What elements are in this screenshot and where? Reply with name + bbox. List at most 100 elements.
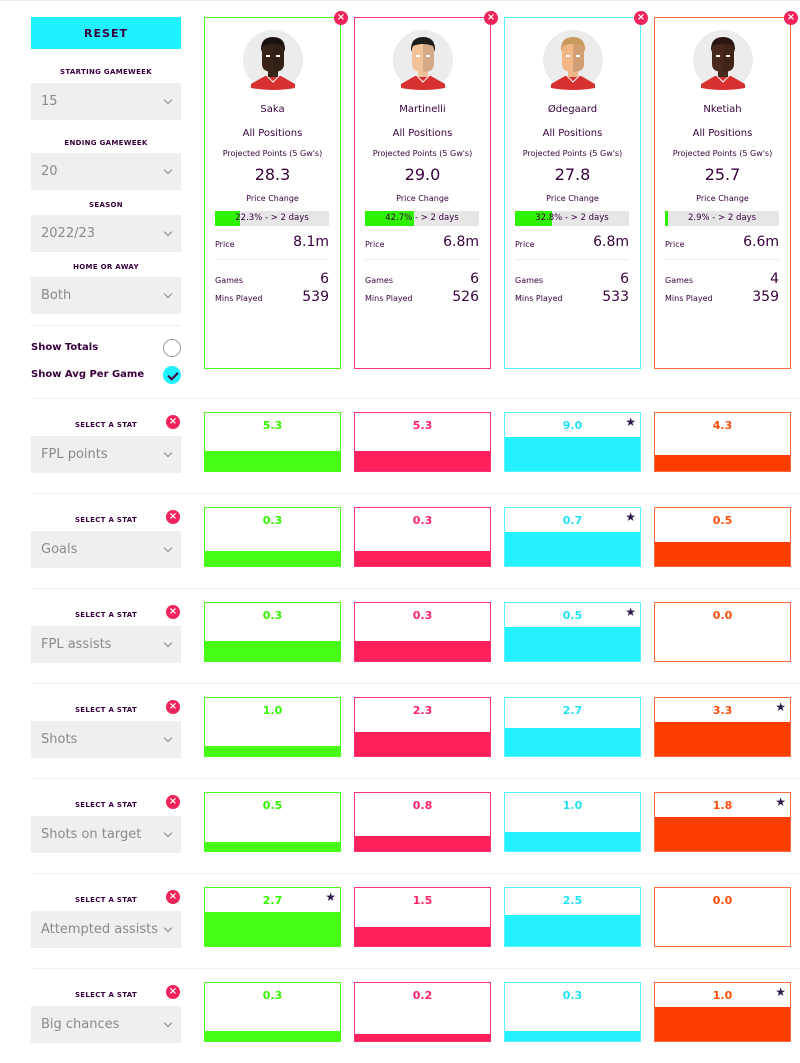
- row-divider: [31, 778, 800, 779]
- stat-value: 0.3: [412, 514, 433, 527]
- price-change-bar: 42.7% - > 2 days: [365, 211, 479, 226]
- price-value: 6.6m: [743, 234, 779, 250]
- close-icon: ×: [168, 891, 178, 902]
- stat-bar-fill: [355, 927, 490, 946]
- stat-value: 0.3: [262, 609, 283, 622]
- stat-value-box: 0.5 ★: [504, 602, 641, 662]
- stat-bar-fill: [505, 728, 640, 756]
- chevron-down-icon: [163, 638, 173, 648]
- show-totals-label: Show Totals: [31, 342, 99, 353]
- reset-button[interactable]: RESET: [31, 17, 181, 49]
- player-avatar: [243, 30, 303, 90]
- stat-value-box: 1.0: [504, 792, 641, 852]
- remove-stat-button[interactable]: ×: [166, 605, 180, 619]
- remove-player-button[interactable]: ×: [334, 11, 348, 25]
- remove-player-button[interactable]: ×: [484, 11, 498, 25]
- player-card: × Ødegaard All Positions Projected Points …: [504, 11, 648, 369]
- stat-bar-fill: [205, 451, 340, 471]
- projected-points-label: Projected Points (5 Gw's): [522, 149, 623, 158]
- close-icon: ×: [336, 12, 346, 23]
- price-change-bar: 22.3% - > 2 days: [215, 211, 329, 226]
- select-stat-label: SELECT A STAT: [74, 801, 138, 809]
- stat-select-value: FPL assists: [41, 637, 112, 652]
- stat-bar-fill: [655, 542, 790, 566]
- remove-stat-button[interactable]: ×: [166, 890, 180, 904]
- games-label: Games: [665, 276, 693, 285]
- show-avg-toggle[interactable]: Show Avg Per Game: [31, 365, 181, 385]
- stat-bar-fill: [355, 641, 490, 661]
- remove-player-button[interactable]: ×: [784, 11, 798, 25]
- stat-value: 0.5: [712, 514, 733, 527]
- stat-bar-fill: [505, 627, 640, 661]
- star-icon: ★: [775, 795, 786, 809]
- stat-select[interactable]: Shots: [31, 721, 181, 758]
- projected-points-value: 25.7: [704, 165, 741, 184]
- stat-value-box: 3.3 ★: [654, 697, 791, 757]
- season-select[interactable]: 2022/23: [31, 215, 181, 252]
- projected-points-label: Projected Points (5 Gw's): [372, 149, 473, 158]
- projected-points-value: 28.3: [254, 165, 291, 184]
- stat-value: 5.3: [412, 419, 433, 432]
- select-stat-label: SELECT A STAT: [74, 611, 138, 619]
- remove-stat-button[interactable]: ×: [166, 510, 180, 524]
- stat-value-box: 0.7 ★: [504, 507, 641, 567]
- stat-value-box: 2.3: [354, 697, 491, 757]
- show-totals-toggle[interactable]: Show Totals: [31, 338, 181, 358]
- ending-gameweek-select[interactable]: 20: [31, 153, 181, 190]
- stat-bar-fill: [655, 817, 790, 851]
- projected-points-label: Projected Points (5 Gw's): [222, 149, 323, 158]
- mins-played-value: 526: [452, 289, 479, 305]
- show-avg-label: Show Avg Per Game: [31, 369, 145, 380]
- stat-select[interactable]: Goals: [31, 531, 181, 568]
- star-icon: ★: [625, 605, 636, 619]
- home-or-away-select[interactable]: Both: [31, 277, 181, 314]
- stat-select[interactable]: FPL assists: [31, 626, 181, 663]
- close-icon: ×: [486, 12, 496, 23]
- stat-select[interactable]: Shots on target: [31, 816, 181, 853]
- games-value: 4: [770, 271, 779, 287]
- stat-select[interactable]: Attempted assists: [31, 911, 181, 948]
- home-or-away-label: HOME OR AWAY: [73, 263, 139, 271]
- player-position: All Positions: [242, 128, 303, 139]
- stat-value-box: 2.5: [504, 887, 641, 947]
- card-divider: [365, 259, 479, 260]
- row-divider: [31, 683, 800, 684]
- stat-select[interactable]: FPL points: [31, 436, 181, 473]
- remove-stat-button[interactable]: ×: [166, 985, 180, 999]
- show-totals-radio[interactable]: [163, 339, 181, 357]
- stat-bar-fill: [505, 832, 640, 851]
- stat-value: 0.3: [262, 989, 283, 1002]
- select-stat-label: SELECT A STAT: [74, 991, 138, 999]
- ending-gameweek-label: ENDING GAMEWEEK: [64, 139, 148, 147]
- stat-value: 9.0: [562, 419, 583, 432]
- starting-gameweek-value: 15: [41, 94, 58, 109]
- remove-stat-button[interactable]: ×: [166, 415, 180, 429]
- card-divider: [665, 259, 779, 260]
- remove-stat-button[interactable]: ×: [166, 795, 180, 809]
- price-label: Price: [215, 240, 235, 249]
- stat-value: 0.8: [412, 799, 433, 812]
- chevron-down-icon: [163, 1018, 173, 1028]
- close-icon: ×: [168, 796, 178, 807]
- close-icon: ×: [168, 606, 178, 617]
- row-divider: [31, 968, 800, 969]
- stat-value-box: 0.3: [354, 602, 491, 662]
- remove-stat-button[interactable]: ×: [166, 700, 180, 714]
- show-avg-radio[interactable]: [163, 366, 181, 384]
- stat-value: 0.5: [262, 799, 283, 812]
- mins-played-label: Mins Played: [365, 294, 413, 303]
- stat-select[interactable]: Big chances: [31, 1006, 181, 1043]
- close-icon: ×: [786, 12, 796, 23]
- stat-value-box: 9.0 ★: [504, 412, 641, 472]
- player-position: All Positions: [692, 128, 753, 139]
- select-stat-label: SELECT A STAT: [74, 421, 138, 429]
- stat-bar-fill: [655, 722, 790, 756]
- stat-value-box: 0.0: [654, 887, 791, 947]
- star-icon: ★: [625, 415, 636, 429]
- price-change-text: 42.7% - > 2 days: [385, 213, 459, 223]
- stat-value-box: 5.3: [354, 412, 491, 472]
- star-icon: ★: [625, 510, 636, 524]
- remove-player-button[interactable]: ×: [634, 11, 648, 25]
- starting-gameweek-select[interactable]: 15: [31, 83, 181, 120]
- mins-played-value: 539: [302, 289, 329, 305]
